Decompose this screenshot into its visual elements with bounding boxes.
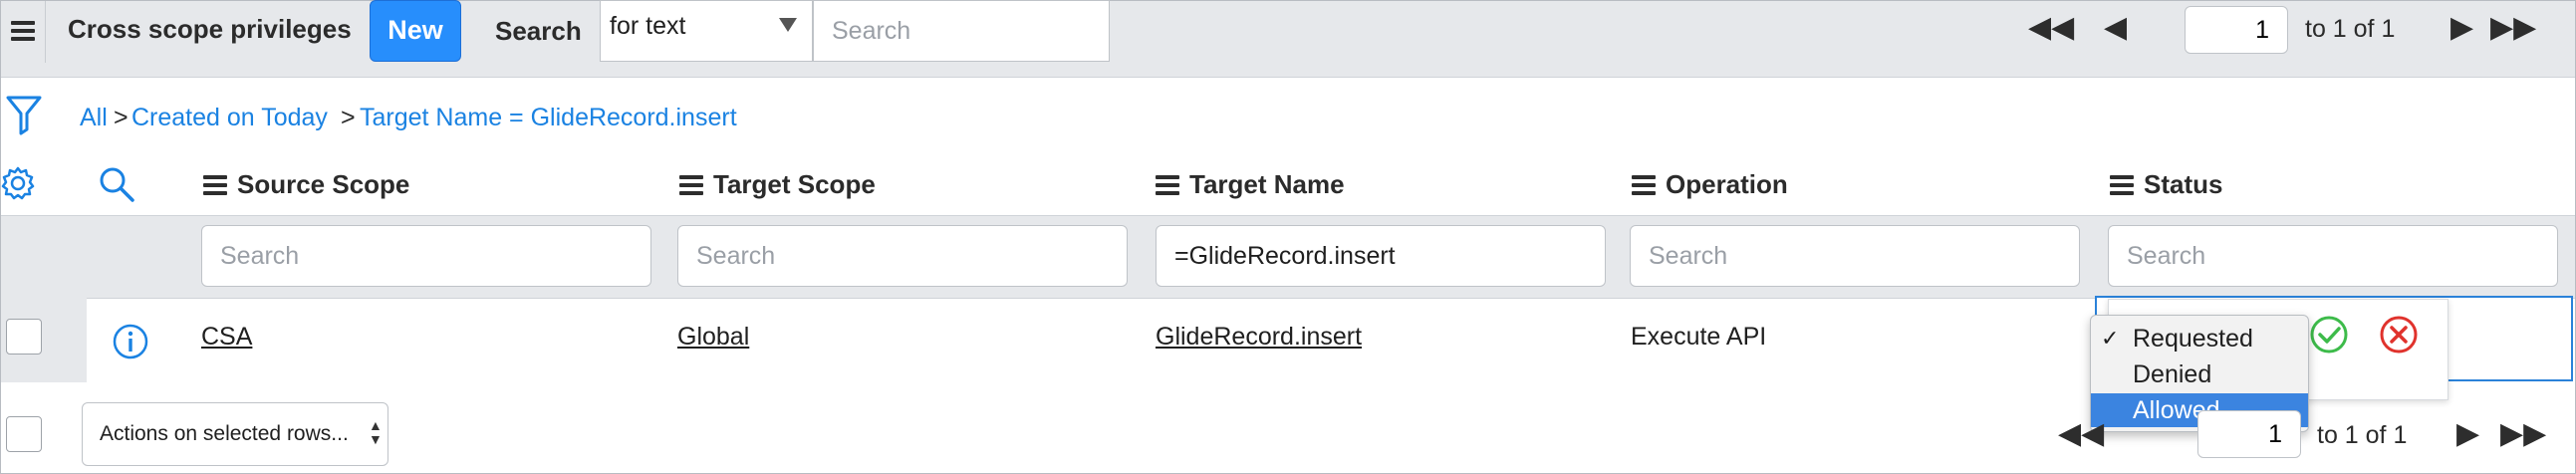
search-input[interactable] <box>813 0 1110 62</box>
column-header-target-scope[interactable]: Target Scope <box>713 169 876 200</box>
next-page-icon[interactable]: ▶ <box>2456 416 2479 451</box>
breadcrumb-target-name[interactable]: Target Name = GlideRecord.insert <box>360 104 737 132</box>
search-field-value: for text <box>610 12 686 40</box>
filter-funnel-icon[interactable] <box>6 94 42 135</box>
info-icon[interactable] <box>112 323 149 360</box>
status-option-requested[interactable]: ✓ Requested <box>2091 322 2308 356</box>
hamburger-icon <box>11 21 35 41</box>
search-icon[interactable] <box>98 165 135 203</box>
status-option-label: Requested <box>2133 325 2253 353</box>
column-menu-icon[interactable] <box>1156 175 1179 195</box>
last-page-icon[interactable]: ▶▶ <box>2490 10 2536 45</box>
cancel-x-icon[interactable] <box>2379 315 2419 355</box>
target-name-link[interactable]: GlideRecord.insert <box>1156 323 1362 352</box>
column-menu-icon[interactable] <box>203 175 227 195</box>
footer-page-range-text: to 1 of 1 <box>2317 421 2408 449</box>
breadcrumb-created-today[interactable]: Created on Today <box>131 104 328 132</box>
chevron-down-icon <box>779 18 797 32</box>
last-page-icon[interactable]: ▶▶ <box>2500 416 2546 451</box>
column-header-target-name[interactable]: Target Name <box>1189 169 1345 200</box>
page-range-text: to 1 of 1 <box>2305 15 2396 43</box>
checkmark-icon: ✓ <box>2101 326 2120 351</box>
page-number-input[interactable] <box>2185 6 2288 54</box>
select-all-checkbox[interactable] <box>6 416 42 452</box>
list-title: Cross scope privileges <box>68 14 352 44</box>
search-label: Search <box>495 16 582 46</box>
column-menu-icon[interactable] <box>1632 175 1656 195</box>
filter-target-name[interactable] <box>1156 225 1606 287</box>
breadcrumb-separator: > <box>341 104 356 131</box>
footer-page-number-input[interactable] <box>2197 410 2301 458</box>
next-page-icon[interactable]: ▶ <box>2450 10 2473 45</box>
row-checkbox[interactable] <box>6 319 42 355</box>
first-page-icon[interactable]: ◀◀ <box>2058 416 2104 451</box>
save-check-icon[interactable] <box>2309 315 2349 355</box>
previous-page-icon[interactable]: ◀ <box>2104 10 2127 45</box>
column-header-source-scope[interactable]: Source Scope <box>237 169 409 200</box>
actions-label: Actions on selected rows... <box>100 422 349 445</box>
filter-operation[interactable] <box>1630 225 2080 287</box>
filter-source-scope[interactable] <box>201 225 651 287</box>
select-arrows-icon: ▲ ▼ <box>369 417 383 447</box>
column-menu-icon[interactable] <box>2110 175 2134 195</box>
operation-value: Execute API <box>1631 323 1767 351</box>
column-header-operation[interactable]: Operation <box>1666 169 1788 200</box>
filter-status[interactable] <box>2108 225 2558 287</box>
new-button[interactable]: New <box>370 0 461 62</box>
first-page-icon[interactable]: ◀◀ <box>2028 10 2074 45</box>
target-scope-link[interactable]: Global <box>677 323 749 352</box>
source-scope-link[interactable]: CSA <box>201 323 252 352</box>
context-menu-button[interactable] <box>1 1 46 63</box>
status-option-label: Denied <box>2133 360 2212 388</box>
status-option-denied[interactable]: Denied <box>2091 357 2308 391</box>
breadcrumb-all[interactable]: All <box>80 104 108 132</box>
gear-icon[interactable] <box>0 165 36 201</box>
column-header-status[interactable]: Status <box>2144 169 2222 200</box>
filter-target-scope[interactable] <box>677 225 1128 287</box>
column-menu-icon[interactable] <box>679 175 703 195</box>
breadcrumb-separator: > <box>114 104 129 131</box>
